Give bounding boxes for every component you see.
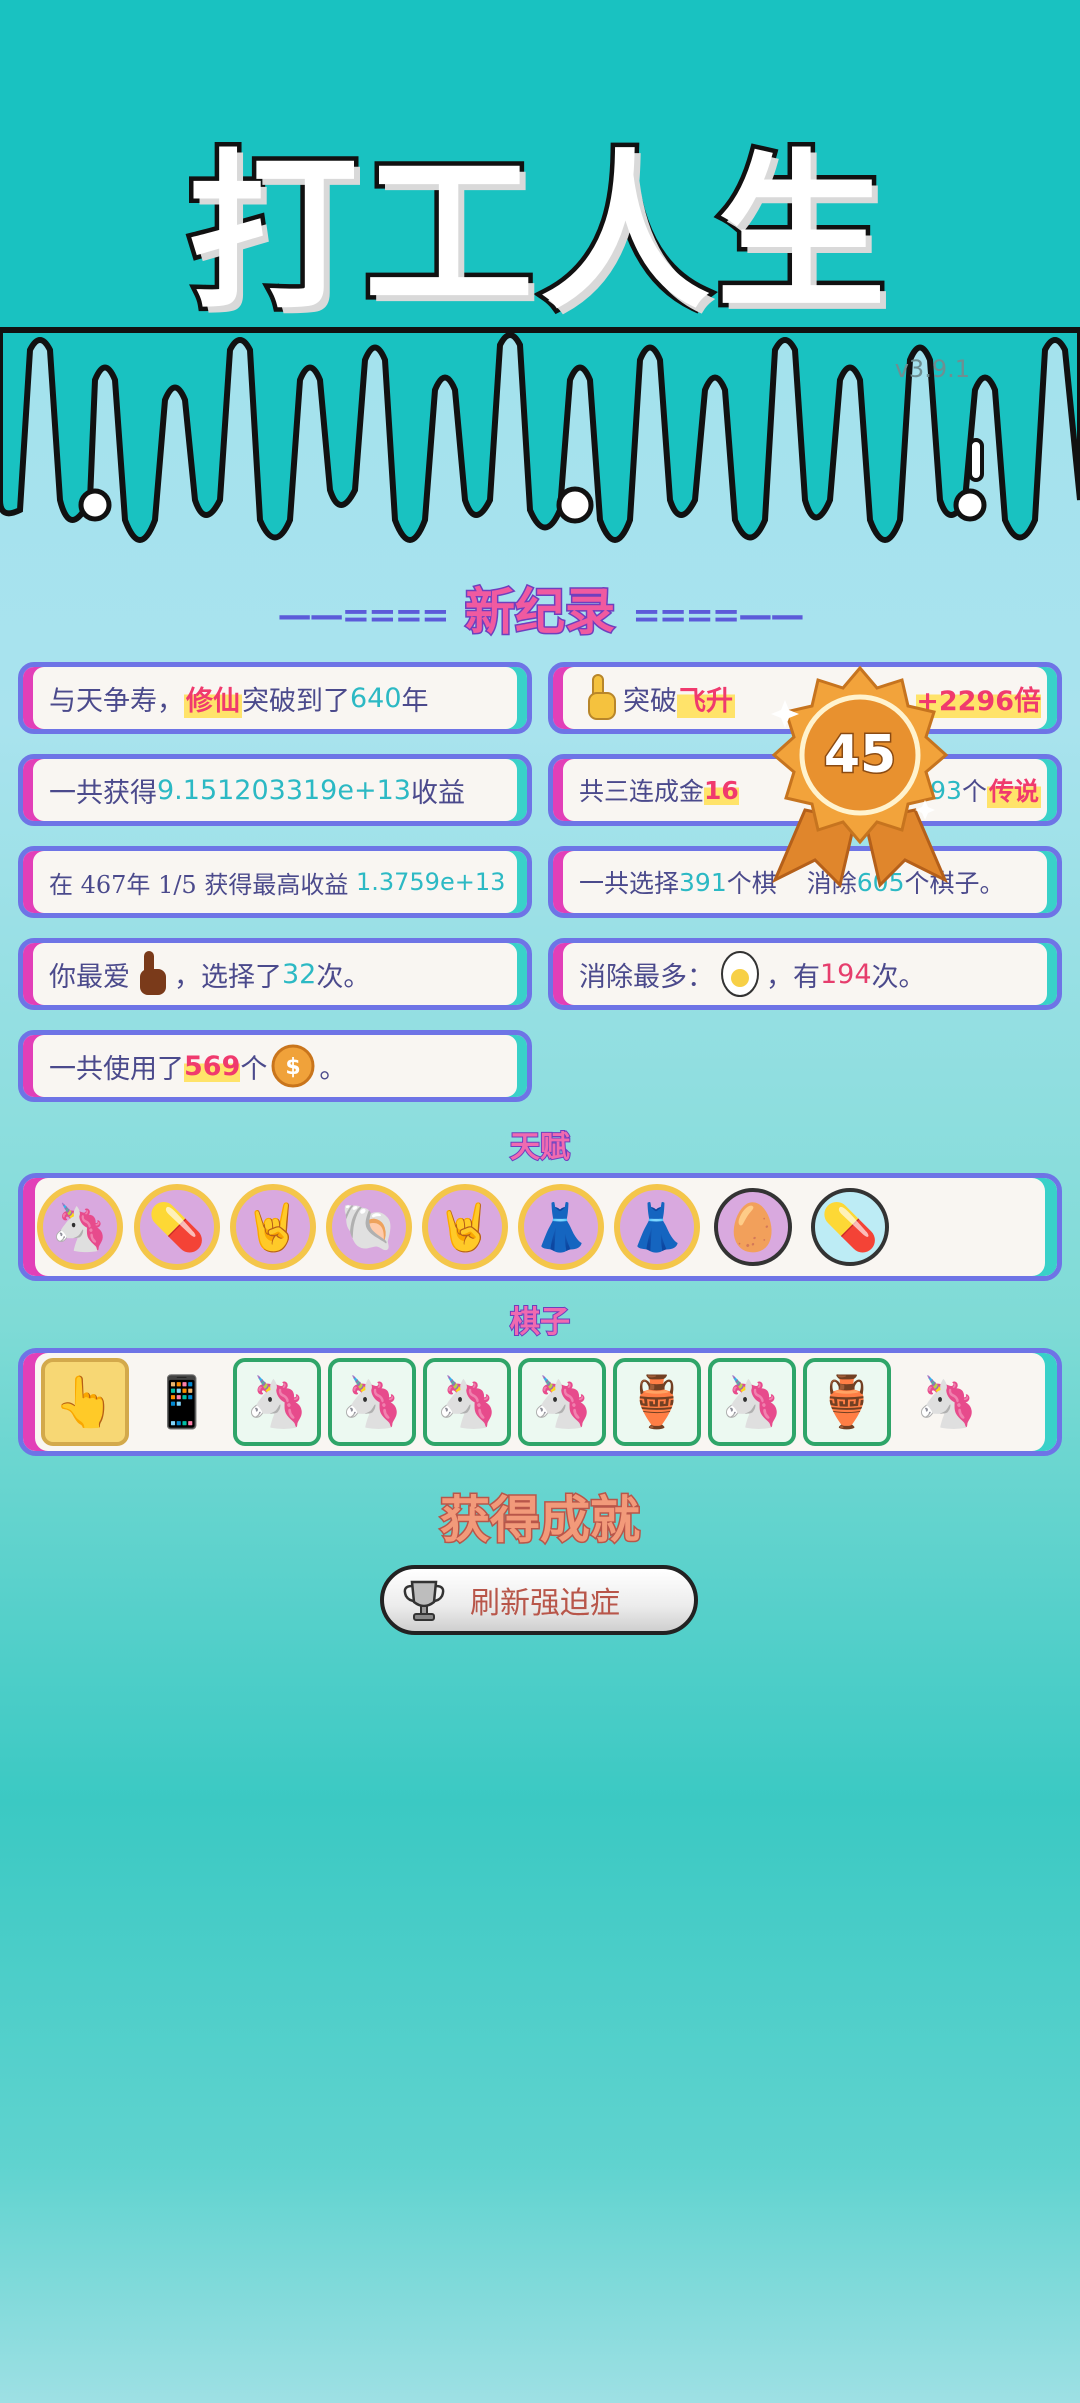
trophy-icon	[403, 1580, 445, 1621]
pill-pack-icon[interactable]: 💊	[811, 1188, 889, 1266]
records-heading: ——==== 新纪录 ====——	[0, 572, 1080, 644]
skirt-icon[interactable]: 👗	[614, 1184, 700, 1270]
record-text: ，选择了	[174, 961, 282, 993]
app-title: 打工人生	[183, 131, 892, 338]
record-text: 在 467年 1/5 获得最高收益	[49, 870, 349, 899]
vase-icon[interactable]: 🏺	[803, 1358, 891, 1446]
record-card-favorite: 你最爱 ，选择了 32 次。	[18, 938, 532, 1010]
record-text: 次。	[316, 961, 371, 993]
record-text: 一共使用了	[49, 1053, 184, 1085]
record-text: 次。	[871, 961, 926, 993]
record-text: 一共获得	[49, 777, 157, 809]
unicorn-icon[interactable]: 🦄	[903, 1358, 991, 1446]
rock-hand-icon[interactable]: 🤘	[422, 1184, 508, 1270]
record-number: 640	[350, 682, 402, 714]
coin-icon: $	[271, 1044, 315, 1088]
record-card-most-eliminated: 消除最多： ，有 194 次。	[548, 938, 1062, 1010]
record-number: 569	[184, 1050, 241, 1082]
unicorn-icon[interactable]: 🦄	[37, 1184, 123, 1270]
egg-icon	[721, 951, 759, 997]
record-text: 个	[240, 1053, 268, 1085]
record-text: 消除最多：	[579, 961, 714, 993]
record-highlight: 传说	[986, 772, 1041, 808]
record-card-total-income: 一共获得 9.151203319e+13 收益	[18, 754, 532, 826]
record-text: 突破到了	[242, 685, 350, 717]
record-card-cultivation: 与天争寿， 修仙 突破到了 640 年	[18, 662, 532, 734]
talents-heading: 天赋	[509, 1129, 571, 1166]
achievement-button-label: 刷新强迫症	[470, 1586, 620, 1621]
unicorn-icon[interactable]: 🦄	[518, 1358, 606, 1446]
medal-level-number: 45	[824, 725, 896, 785]
record-text: 。	[319, 1053, 347, 1085]
shell-icon[interactable]: 🐚	[326, 1184, 412, 1270]
unicorn-icon[interactable]: 🦄	[328, 1358, 416, 1446]
unicorn-icon[interactable]: 🦄	[423, 1358, 511, 1446]
pieces-heading: 棋子	[509, 1304, 571, 1341]
unicorn-icon[interactable]: 🦄	[708, 1358, 796, 1446]
achievement-refresh-ocd-button[interactable]: 刷新强迫症	[380, 1565, 698, 1635]
version-label: v3.9.1	[894, 355, 970, 383]
hand-pointer-icon	[140, 951, 166, 995]
record-text: 共三连成金	[579, 777, 705, 806]
record-text: 收益	[410, 777, 465, 809]
record-number: 16	[704, 775, 739, 805]
achievements-heading: 获得成就	[439, 1490, 642, 1551]
svg-text:$: $	[286, 1055, 301, 1080]
heading-dash-left: ——====	[277, 595, 450, 636]
phone-icon[interactable]: 📱	[138, 1358, 226, 1446]
record-highlight: 飞升	[677, 678, 735, 718]
record-text: 你最爱	[49, 961, 130, 993]
record-number: 1.3759e+13	[355, 868, 506, 896]
record-text: 一共选择	[579, 869, 680, 898]
pill-icon[interactable]: 💊	[134, 1184, 220, 1270]
record-card-coins: 一共使用了 569 个 $ 。	[18, 1030, 532, 1102]
record-card-max-income: 在 467年 1/5 获得最高收益 1.3759e+13	[18, 846, 532, 918]
egg-icon[interactable]: 🥚	[714, 1188, 792, 1266]
heading-dash-right: ====——	[632, 595, 804, 636]
record-number: 32	[282, 958, 317, 990]
record-text: 突破	[623, 685, 677, 717]
unicorn-icon[interactable]: 🦄	[233, 1358, 321, 1446]
vase-icon[interactable]: 🏺	[613, 1358, 701, 1446]
record-text: ，有	[766, 961, 820, 993]
record-text: 与天争寿，	[49, 685, 184, 717]
record-number: 9.151203319e+13	[157, 774, 411, 806]
hand-pointer-icon[interactable]: 👆	[41, 1358, 129, 1446]
skirt-icon[interactable]: 👗	[518, 1184, 604, 1270]
record-number: 391	[679, 867, 727, 897]
hand-pointer-icon	[588, 674, 616, 720]
record-number: 194	[820, 958, 872, 990]
pieces-row: 👆 📱 🦄 🦄 🦄 🦄 🏺 🦄 🏺 🦄	[18, 1348, 1062, 1456]
records-heading-label: 新纪录	[464, 582, 617, 643]
talents-row: 🦄 💊 🤘 🐚 🤘 👗 👗 🥚 💊	[18, 1173, 1062, 1281]
record-text: 年	[401, 685, 429, 717]
rock-hand-icon[interactable]: 🤘	[230, 1184, 316, 1270]
level-medal-badge: 45	[771, 665, 949, 888]
record-highlight: 修仙	[184, 678, 242, 718]
